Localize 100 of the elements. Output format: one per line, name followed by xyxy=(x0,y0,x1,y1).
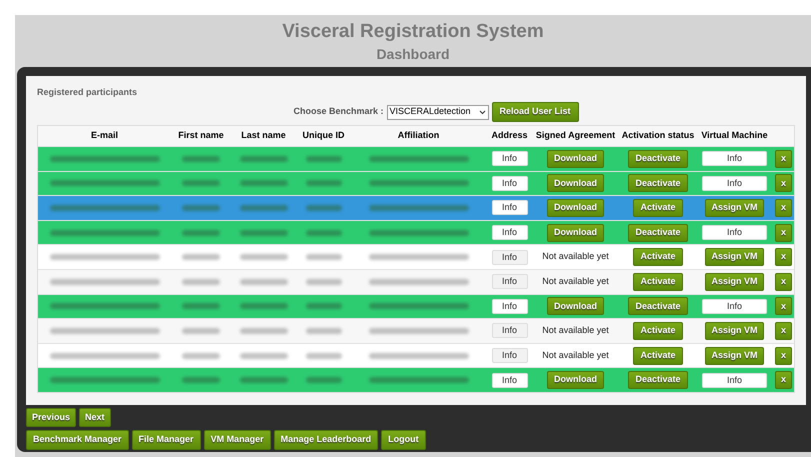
redacted-text xyxy=(182,156,220,162)
nav-button[interactable]: Manage Leaderboard xyxy=(274,430,378,450)
participant-row[interactable]: Info Not available yet Activate Assign VM x xyxy=(38,244,794,269)
participant-row[interactable]: Info Not available yet Activate Assign VM x xyxy=(38,342,794,368)
column-header: Last name xyxy=(241,129,286,142)
delete-button[interactable]: x xyxy=(775,198,792,217)
redacted-text xyxy=(240,328,288,334)
reload-button[interactable]: Reload User List xyxy=(492,102,579,122)
download-button[interactable]: Download xyxy=(547,198,604,217)
participant-row[interactable]: Info Not available yet Activate Assign VM x xyxy=(38,268,794,294)
redacted-text xyxy=(240,156,288,162)
column-header: Affiliation xyxy=(398,129,440,142)
redacted-text xyxy=(306,254,342,260)
redacted-text xyxy=(182,328,220,334)
address-info-button[interactable]: Info xyxy=(492,323,528,338)
redacted-text xyxy=(306,230,342,236)
activate-button[interactable]: Activate xyxy=(633,322,682,340)
participant-row[interactable]: Info Download Deactivate Info x xyxy=(38,294,794,318)
download-button[interactable]: Download xyxy=(547,371,604,390)
agreement-status: Not available yet xyxy=(542,250,609,264)
redacted-text xyxy=(306,303,342,310)
assign-vm-button[interactable]: Assign VM xyxy=(705,198,764,217)
assign-vm-button[interactable]: Assign VM xyxy=(705,346,764,365)
redacted-text xyxy=(306,204,342,211)
participant-row[interactable]: Info Download Activate Assign VM x xyxy=(38,195,794,220)
column-header: E-mail xyxy=(90,129,118,142)
redacted-text xyxy=(240,254,288,260)
deactivate-button[interactable]: Deactivate xyxy=(628,224,688,242)
redacted-text xyxy=(240,352,288,359)
redacted-text xyxy=(240,204,288,211)
address-info-button[interactable]: Info xyxy=(492,151,528,166)
delete-button[interactable]: x xyxy=(775,272,792,291)
redacted-text xyxy=(306,328,342,334)
activate-button[interactable]: Activate xyxy=(633,248,682,266)
delete-button[interactable]: x xyxy=(775,297,792,316)
column-header: Activation status xyxy=(622,129,694,142)
vm-info-button[interactable]: Info xyxy=(702,298,767,314)
participant-row[interactable]: Info Download Deactivate Info x xyxy=(38,220,794,244)
panel-title: Registered participants xyxy=(37,86,138,98)
deactivate-button[interactable]: Deactivate xyxy=(628,174,688,192)
address-info-button[interactable]: Info xyxy=(492,225,528,240)
address-info-button[interactable]: Info xyxy=(492,348,528,364)
redacted-text xyxy=(306,156,342,162)
nav-button[interactable]: File Manager xyxy=(132,430,201,450)
address-info-button[interactable]: Info xyxy=(492,372,528,388)
delete-button[interactable]: x xyxy=(775,248,792,266)
activate-button[interactable]: Activate xyxy=(633,346,682,365)
address-info-button[interactable]: Info xyxy=(492,274,528,290)
redacted-text xyxy=(240,377,288,384)
vm-info-button[interactable]: Info xyxy=(702,151,767,166)
deactivate-button[interactable]: Deactivate xyxy=(628,297,688,316)
redacted-text xyxy=(240,278,288,285)
delete-button[interactable]: x xyxy=(775,224,792,242)
page-title: Visceral Registration System xyxy=(282,21,544,43)
vm-info-button[interactable]: Info xyxy=(702,176,767,191)
activate-button[interactable]: Activate xyxy=(633,272,682,291)
redacted-text xyxy=(306,352,342,359)
delete-button[interactable]: x xyxy=(775,150,792,168)
assign-vm-button[interactable]: Assign VM xyxy=(705,272,764,291)
delete-button[interactable]: x xyxy=(775,346,792,365)
pager-button[interactable]: Previous xyxy=(26,408,76,427)
deactivate-button[interactable]: Deactivate xyxy=(628,371,688,390)
assign-vm-button[interactable]: Assign VM xyxy=(705,322,764,340)
redacted-text xyxy=(182,303,220,310)
address-info-button[interactable]: Info xyxy=(492,250,528,265)
nav-button[interactable]: Benchmark Manager xyxy=(26,430,129,450)
column-header: Unique ID xyxy=(302,129,344,142)
address-info-button[interactable]: Info xyxy=(492,298,528,314)
participant-row[interactable]: Info Download Deactivate Info x xyxy=(38,367,794,392)
caret-icon xyxy=(478,110,486,114)
download-button[interactable]: Download xyxy=(547,297,604,316)
vm-info-button[interactable]: Info xyxy=(702,225,767,240)
download-button[interactable]: Download xyxy=(547,150,604,168)
benchmark-select[interactable]: VISCERALdetection xyxy=(386,104,488,120)
download-button[interactable]: Download xyxy=(547,174,604,192)
address-info-button[interactable]: Info xyxy=(492,200,528,216)
column-header: First name xyxy=(178,129,224,142)
delete-button[interactable]: x xyxy=(775,174,792,192)
download-button[interactable]: Download xyxy=(547,224,604,242)
redacted-text xyxy=(240,230,288,236)
redacted-text xyxy=(306,180,342,186)
agreement-status: Not available yet xyxy=(542,275,609,288)
participant-row[interactable]: Info Download Deactivate Info x xyxy=(38,146,794,171)
redacted-text xyxy=(182,180,220,186)
agreement-status: Not available yet xyxy=(542,324,609,338)
assign-vm-button[interactable]: Assign VM xyxy=(705,248,764,266)
deactivate-button[interactable]: Deactivate xyxy=(628,150,688,168)
redacted-text xyxy=(182,230,220,236)
vm-info-button[interactable]: Info xyxy=(702,372,767,388)
activate-button[interactable]: Activate xyxy=(633,198,682,217)
delete-button[interactable]: x xyxy=(775,371,792,390)
agreement-status: Not available yet xyxy=(542,348,609,362)
address-info-button[interactable]: Info xyxy=(492,176,528,191)
nav-button[interactable]: VM Manager xyxy=(204,430,271,450)
column-header: Signed Agreement xyxy=(536,129,616,142)
pager-button[interactable]: Next xyxy=(79,408,111,427)
delete-button[interactable]: x xyxy=(775,322,792,340)
participant-row[interactable]: Info Download Deactivate Info x xyxy=(38,170,794,196)
participant-row[interactable]: Info Not available yet Activate Assign VM x xyxy=(38,318,794,343)
nav-button[interactable]: Logout xyxy=(381,430,426,450)
